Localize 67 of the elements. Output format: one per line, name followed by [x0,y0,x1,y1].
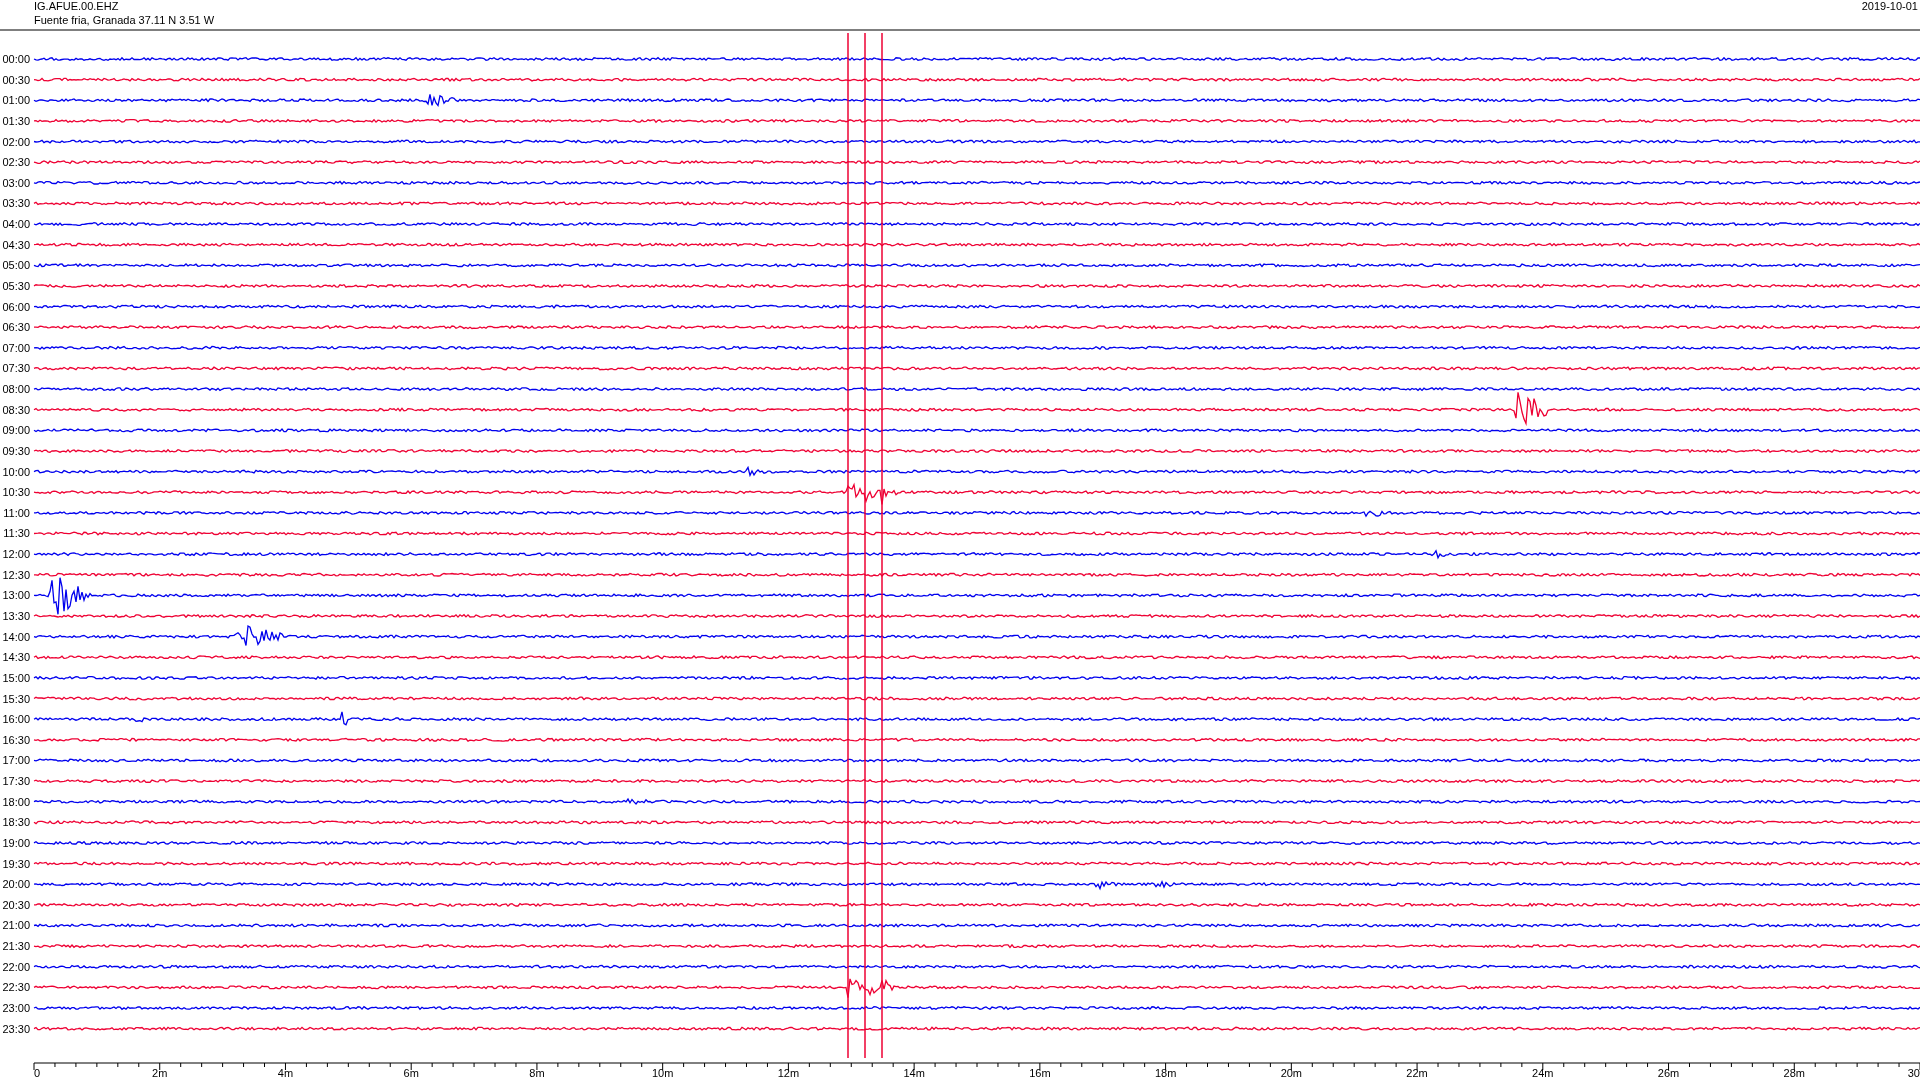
time-label: 11:30 [3,527,30,540]
time-label: 17:00 [2,754,30,767]
time-label: 00:00 [2,53,30,65]
time-label: 15:30 [2,692,30,705]
time-label: 15:00 [2,671,30,684]
time-label: 14:30 [2,651,30,664]
time-label: 04:00 [2,218,30,231]
tick-label: 26m [1657,1067,1680,1079]
station-code: IG.AFUE.00.EHZ [34,0,119,12]
time-label: 08:00 [2,383,30,396]
time-label: 16:00 [2,713,30,726]
station-location: Fuente fria, Granada 37.11 N 3.51 W [34,14,215,26]
time-label: 23:30 [2,1022,30,1035]
time-label: 10:30 [2,486,30,499]
tick-label: 8m [529,1067,545,1079]
tick-label: 4m [277,1067,294,1079]
time-label: 07:00 [2,341,30,354]
time-label: 05:00 [2,259,30,272]
tick-label: 16m [1029,1067,1051,1079]
time-label: 13:00 [2,589,30,602]
tick-label: 14m [903,1067,925,1079]
time-label: 11:00 [3,506,30,519]
time-label: 22:30 [2,981,30,994]
time-label: 17:30 [2,775,30,788]
tick-label: 28m [1783,1067,1805,1079]
tick-label: 18m [1154,1067,1177,1079]
time-label: 23:00 [2,1002,30,1014]
time-label: 18:00 [2,795,30,808]
time-label: 20:00 [2,878,30,891]
time-label: 03:30 [2,197,30,210]
time-label: 13:30 [2,610,30,622]
time-label: 21:30 [2,940,30,953]
time-label: 00:30 [2,73,30,86]
tick-label: 22m [1406,1067,1428,1079]
time-label: 02:00 [2,135,30,148]
tick-label: 24m [1532,1067,1554,1079]
time-label: 22:00 [2,960,30,973]
time-label: 04:30 [2,238,30,251]
tick-label: 0 [34,1067,41,1079]
time-label: 16:30 [2,733,30,746]
time-label: 05:30 [2,279,30,292]
tick-label: 10m [651,1067,674,1079]
tick-label: 6m [403,1067,419,1079]
time-label: 21:00 [2,919,30,932]
time-label: 07:30 [2,362,30,375]
time-label: 12:30 [2,568,30,581]
time-label: 09:00 [2,424,30,437]
tick-label: 2m [152,1067,168,1079]
time-label: 19:30 [2,857,30,870]
time-label: 18:30 [2,816,30,829]
time-label: 06:00 [2,300,30,313]
tick-label: 30 [1907,1067,1920,1079]
tick-label: 20m [1280,1067,1303,1079]
time-label: 14:00 [2,630,30,643]
time-label: 09:30 [2,444,30,457]
time-label: 20:30 [2,898,30,911]
time-label: 02:30 [2,156,30,169]
time-label: 08:30 [2,403,30,416]
time-label: 01:00 [2,94,30,107]
time-label: 10:00 [2,465,30,478]
tick-label: 12m [777,1067,800,1079]
time-label: 01:30 [2,114,30,127]
time-label: 06:30 [2,321,30,334]
time-label: 19:00 [2,836,30,849]
time-label: 12:00 [2,548,30,561]
time-label: 03:00 [2,176,30,189]
plot-date: 2019-10-01 [1861,0,1918,12]
